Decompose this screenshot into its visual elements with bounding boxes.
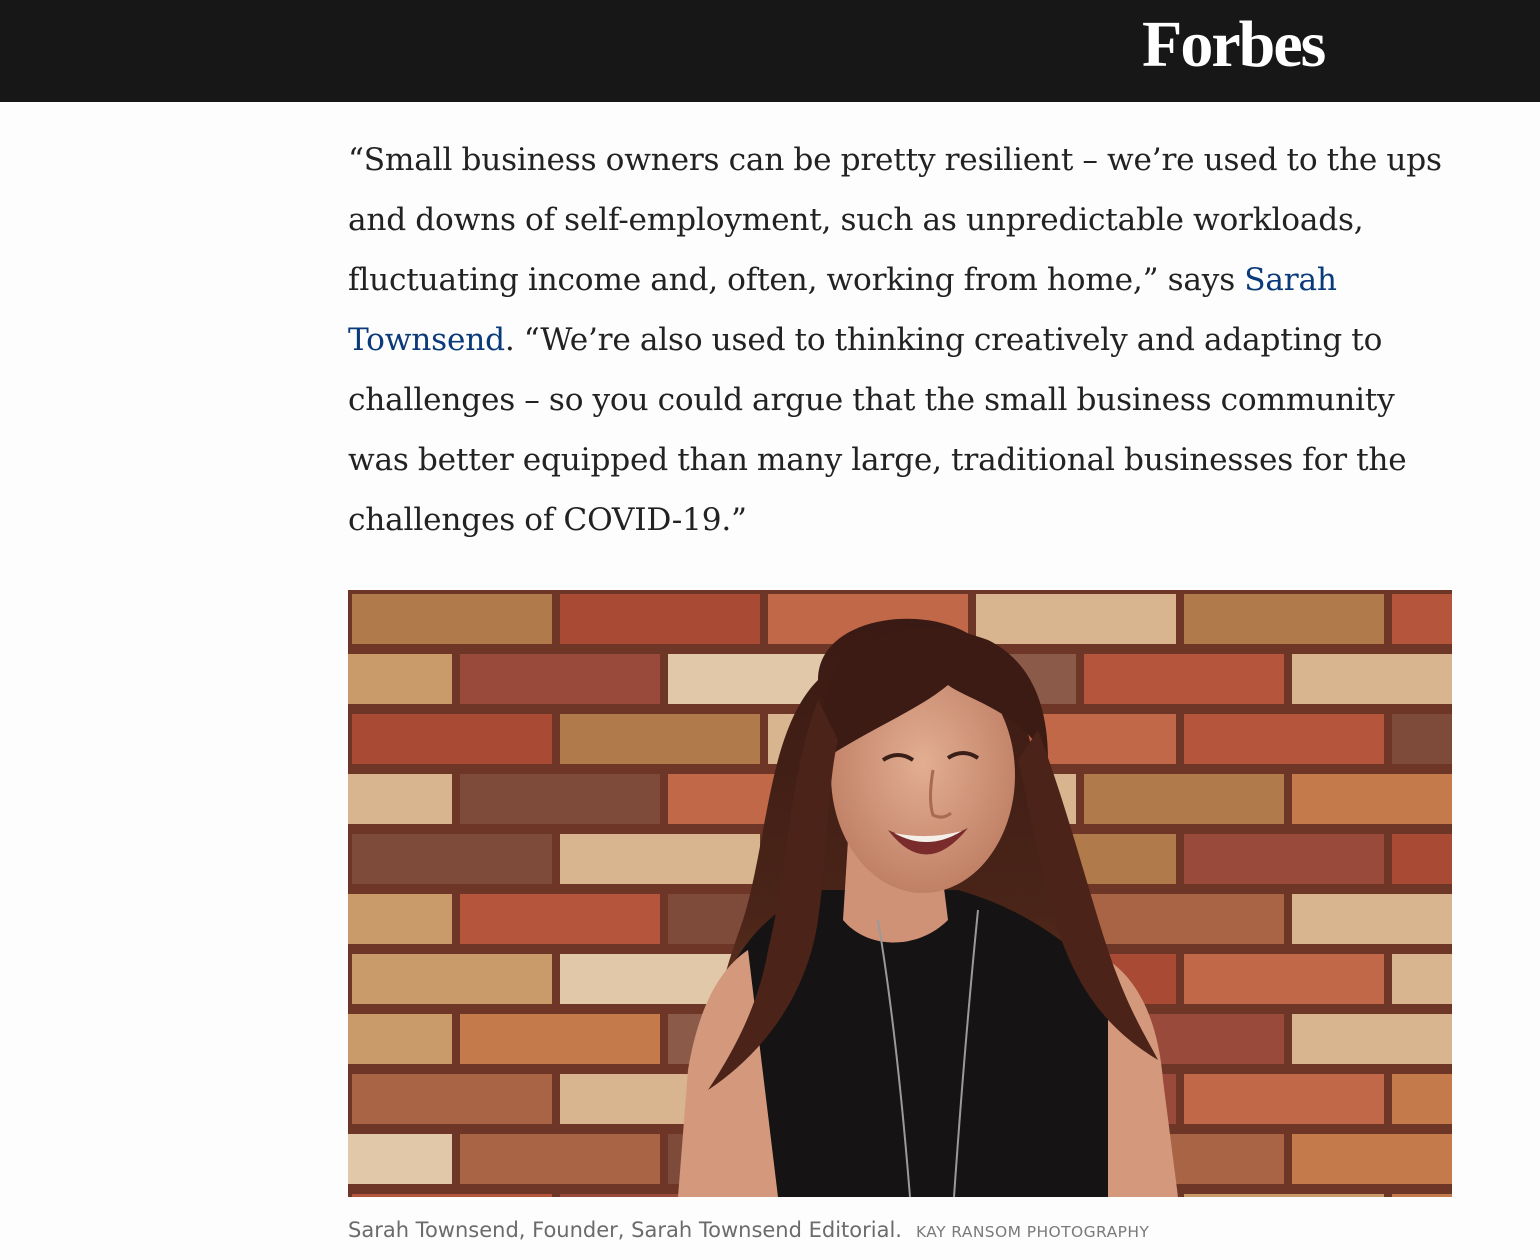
brick — [1392, 1194, 1452, 1197]
brick — [460, 1134, 660, 1184]
brick — [976, 594, 1176, 644]
brick — [460, 1014, 660, 1064]
brick — [352, 1074, 552, 1124]
brick — [1292, 894, 1452, 944]
brick — [348, 1134, 452, 1184]
brick — [1184, 594, 1384, 644]
brick — [348, 1014, 452, 1064]
forbes-logo[interactable]: Forbes — [1142, 2, 1326, 88]
brick — [1184, 1194, 1384, 1197]
paragraph-text-after-link: . “We’re also used to thinking creativel… — [348, 322, 1407, 538]
brick — [1184, 714, 1384, 764]
brick — [1392, 594, 1452, 644]
brick — [352, 594, 552, 644]
brick — [348, 774, 452, 824]
brick — [460, 774, 660, 824]
brick — [1184, 834, 1384, 884]
brick — [560, 594, 760, 644]
portrait-photo-illustration — [348, 590, 1452, 1197]
site-header: Forbes — [0, 0, 1540, 102]
brick — [560, 714, 760, 764]
brick — [352, 1194, 552, 1197]
brick — [1392, 714, 1452, 764]
brick — [348, 654, 452, 704]
photo-credit: KAY RANSOM PHOTOGRAPHY — [915, 1223, 1150, 1241]
brick — [1184, 954, 1384, 1004]
brick — [1084, 654, 1284, 704]
caption-text: Sarah Townsend, Founder, Sarah Townsend … — [348, 1218, 902, 1242]
brick — [460, 894, 660, 944]
quote-paragraph: “Small business owners can be pretty res… — [348, 130, 1452, 550]
brick — [1392, 1074, 1452, 1124]
brick — [1292, 1014, 1452, 1064]
brick — [352, 834, 552, 884]
brick — [1292, 1134, 1452, 1184]
brick — [1184, 1074, 1384, 1124]
brick — [1292, 654, 1452, 704]
brick — [1392, 954, 1452, 1004]
article-photo — [348, 590, 1452, 1197]
article-body: “Small business owners can be pretty res… — [348, 130, 1452, 550]
brick — [1292, 774, 1452, 824]
brick — [1392, 834, 1452, 884]
brick — [348, 894, 452, 944]
brick — [460, 654, 660, 704]
brick — [352, 714, 552, 764]
photo-caption: Sarah Townsend, Founder, Sarah Townsend … — [348, 1214, 1452, 1248]
brick — [1084, 894, 1284, 944]
brick — [560, 834, 760, 884]
brick — [1084, 774, 1284, 824]
brick — [352, 954, 552, 1004]
